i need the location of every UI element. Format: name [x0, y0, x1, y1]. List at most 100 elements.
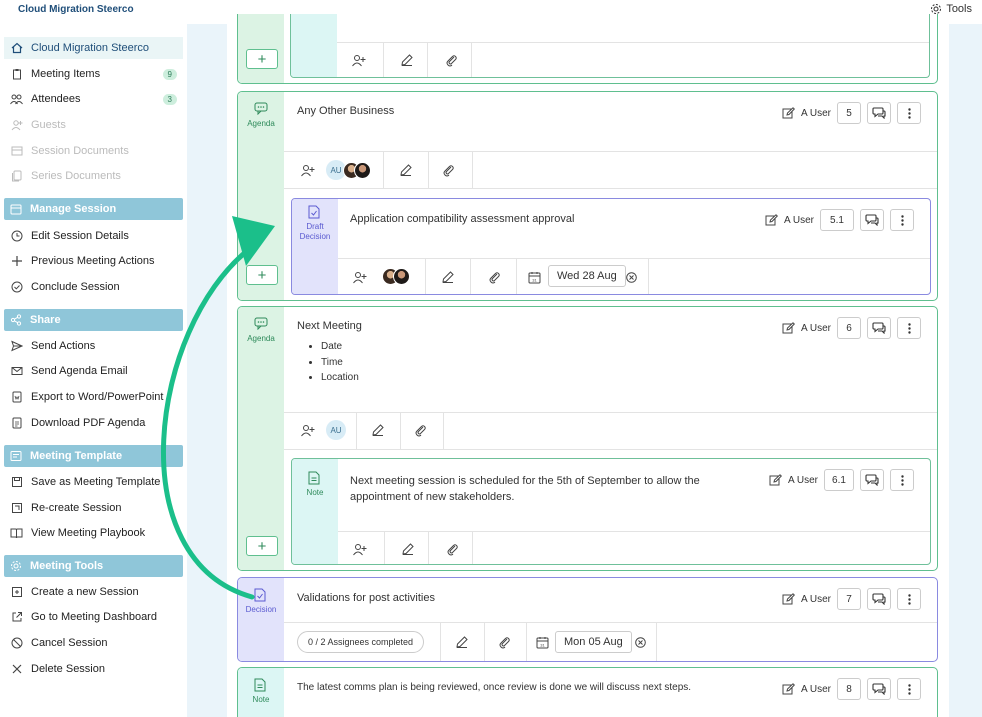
sidebar-item-download-pdf-agenda[interactable]: Download PDF Agenda	[4, 412, 183, 434]
sidebar-item-meeting-items[interactable]: Meeting Items 9	[4, 63, 183, 85]
more-options-button[interactable]	[890, 209, 914, 231]
item-title[interactable]: The latest comms plan is being reviewed,…	[297, 682, 691, 693]
calendar-icon[interactable]: 31	[526, 266, 542, 288]
sidebar-item-send-agenda-email[interactable]: Send Agenda Email	[4, 360, 183, 382]
template-icon	[10, 450, 22, 462]
sidebar-item-delete-session[interactable]: Delete Session	[4, 658, 183, 680]
add-assignee-button[interactable]	[296, 419, 320, 441]
edit-icon[interactable]	[395, 50, 419, 70]
edit-icon[interactable]	[366, 419, 390, 441]
assignees-status[interactable]: 0 / 2 Assignees completed	[297, 631, 425, 653]
add-sub-item-button[interactable]: +	[246, 536, 278, 556]
due-date[interactable]: Mon 05 Aug	[555, 631, 632, 653]
sidebar-item-home[interactable]: Cloud Migration Steerco	[4, 37, 183, 59]
item-type-rail: Note	[292, 459, 338, 564]
sidebar-item-previous-meeting-actions[interactable]: Previous Meeting Actions	[4, 250, 183, 272]
sidebar-item-send-actions[interactable]: Send Actions	[4, 335, 183, 357]
divider	[338, 531, 930, 532]
sidebar-item-create-new-session[interactable]: Create a new Session	[4, 581, 183, 603]
comments-button[interactable]	[867, 317, 891, 339]
edit-icon[interactable]	[436, 266, 460, 288]
svg-text:31: 31	[540, 642, 545, 647]
agenda-item-card-aob: Agenda Any Other Business A User 5 AU +	[237, 91, 938, 301]
more-options-button[interactable]	[890, 469, 914, 491]
item-owner[interactable]: A User	[788, 475, 818, 486]
item-owner[interactable]: A User	[784, 215, 814, 226]
clear-date-icon[interactable]	[624, 266, 638, 288]
speech-bubble-icon	[254, 102, 268, 116]
sidebar-item-export-word-powerpoint[interactable]: Export to Word/PowerPoint	[4, 386, 183, 408]
sidebar-item-label: Guests	[31, 119, 66, 131]
sidebar-item-recreate-session[interactable]: Re-create Session	[4, 497, 183, 519]
assignees[interactable]	[382, 268, 410, 285]
divider	[400, 413, 401, 449]
item-number: 6	[837, 317, 861, 339]
attachment-icon[interactable]	[440, 538, 464, 560]
comments-button[interactable]	[867, 588, 891, 610]
sidebar-item-view-playbook[interactable]: View Meeting Playbook	[4, 522, 183, 544]
item-title[interactable]: Validations for post activities	[297, 592, 435, 604]
item-owner[interactable]: A User	[801, 594, 831, 605]
due-date[interactable]: Wed 28 Aug	[548, 265, 626, 287]
item-meta: A User 7	[782, 588, 921, 610]
check-circle-icon	[10, 281, 23, 294]
svg-text:31: 31	[532, 277, 537, 282]
attachment-icon[interactable]	[492, 631, 516, 653]
sidebar-item-conclude-session[interactable]: Conclude Session	[4, 276, 183, 298]
more-options-button[interactable]	[897, 317, 921, 339]
item-owner[interactable]: A User	[801, 684, 831, 695]
add-sub-item-button[interactable]: +	[246, 49, 278, 69]
comments-button[interactable]	[867, 102, 891, 124]
note-icon	[308, 471, 322, 485]
sidebar-item-cancel-session[interactable]: Cancel Session	[4, 632, 183, 654]
divider	[356, 413, 357, 449]
divider	[428, 532, 429, 564]
add-assignee-button[interactable]	[347, 50, 371, 70]
attachment-icon[interactable]	[439, 50, 463, 70]
attachment-icon[interactable]	[482, 266, 506, 288]
mail-icon	[10, 365, 23, 378]
sidebar-item-save-as-template[interactable]: Save as Meeting Template	[4, 471, 183, 493]
recreate-icon	[10, 502, 23, 515]
clear-date-icon[interactable]	[633, 631, 647, 653]
item-title[interactable]: Application compatibility assessment app…	[350, 213, 574, 225]
more-options-button[interactable]	[897, 588, 921, 610]
divider	[284, 188, 937, 189]
assignees[interactable]: AU	[326, 160, 371, 180]
item-title[interactable]: Next meeting session is scheduled for th…	[350, 473, 735, 505]
assignee-initials[interactable]: AU	[326, 420, 346, 440]
more-options-button[interactable]	[897, 102, 921, 124]
sidebar-item-edit-session-details[interactable]: Edit Session Details	[4, 225, 183, 247]
add-assignee-button[interactable]	[348, 538, 372, 560]
sidebar-item-attendees[interactable]: Attendees 3	[4, 88, 183, 110]
item-owner[interactable]: A User	[801, 323, 831, 334]
attachment-icon[interactable]	[408, 419, 432, 441]
item-title[interactable]: Next Meeting	[297, 320, 362, 332]
pdf-file-icon	[10, 417, 23, 430]
more-options-button[interactable]	[897, 678, 921, 700]
sidebar-item-series-documents[interactable]: Series Documents	[4, 165, 183, 187]
item-title[interactable]: Any Other Business	[297, 105, 394, 117]
edit-icon[interactable]	[396, 538, 420, 560]
attachment-icon[interactable]	[436, 159, 460, 181]
edit-icon[interactable]	[394, 159, 418, 181]
edit-icon[interactable]	[450, 631, 474, 653]
comments-button[interactable]	[860, 469, 884, 491]
sidebar-item-go-to-dashboard[interactable]: Go to Meeting Dashboard	[4, 606, 183, 628]
sidebar-item-label: Attendees	[31, 93, 81, 105]
sidebar-item-guests[interactable]: Guests	[4, 114, 183, 136]
divider	[472, 532, 473, 564]
sidebar-item-label: Send Agenda Email	[31, 365, 128, 377]
item-owner[interactable]: A User	[801, 108, 831, 119]
add-assignee-button[interactable]	[348, 266, 372, 288]
comments-button[interactable]	[867, 678, 891, 700]
add-sub-item-button[interactable]: +	[246, 265, 278, 285]
add-assignee-button[interactable]	[296, 159, 320, 181]
calendar-icon[interactable]: 31	[534, 631, 550, 653]
sidebar-item-label: Cancel Session	[31, 637, 108, 649]
item-type-label: Decision	[245, 605, 277, 614]
divider	[425, 259, 426, 294]
sidebar-item-session-documents[interactable]: Session Documents	[4, 140, 183, 162]
comments-button[interactable]	[860, 209, 884, 231]
calendar-icon	[10, 203, 22, 215]
